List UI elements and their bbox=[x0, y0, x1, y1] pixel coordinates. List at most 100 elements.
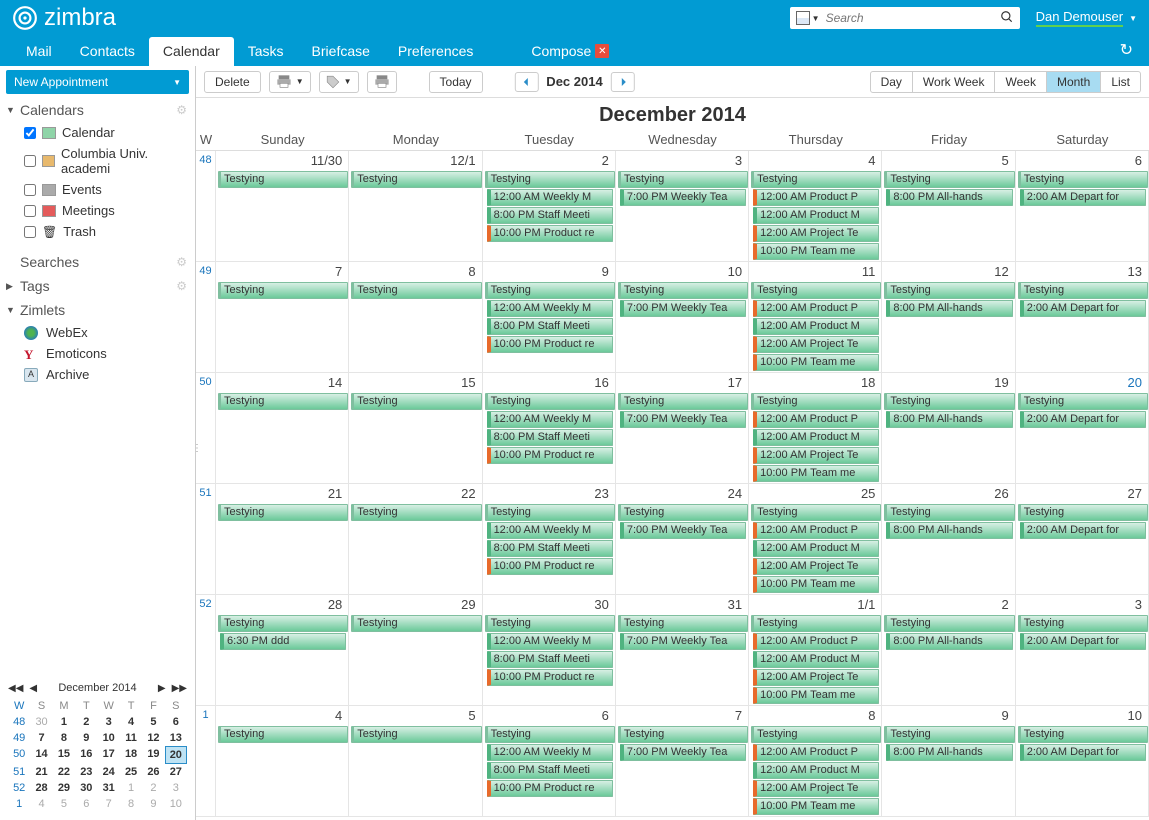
mini-next-year-icon[interactable]: ▶▶ bbox=[172, 683, 187, 694]
calendar-event[interactable]: Testying bbox=[485, 282, 615, 299]
day-cell[interactable]: 20Testying2:00 AM Depart for bbox=[1016, 373, 1149, 483]
new-appointment-button[interactable]: New Appointment ▼ bbox=[6, 70, 189, 94]
calendar-event[interactable]: 12:00 AM Product P bbox=[753, 189, 879, 206]
week-number[interactable]: 52 bbox=[196, 595, 216, 705]
zimlet-item[interactable]: YEmoticons bbox=[6, 343, 189, 364]
mini-day[interactable]: 10 bbox=[165, 796, 187, 812]
mini-day[interactable]: 3 bbox=[165, 780, 187, 796]
calendar-event[interactable]: Testying bbox=[751, 615, 881, 632]
day-cell[interactable]: 31Testying7:00 PM Weekly Tea bbox=[616, 595, 749, 705]
delete-button[interactable]: Delete bbox=[204, 71, 261, 93]
search-input[interactable] bbox=[826, 11, 1000, 25]
calendar-event[interactable]: Testying bbox=[618, 282, 748, 299]
day-cell[interactable]: 19Testying8:00 PM All-hands bbox=[882, 373, 1015, 483]
calendar-event[interactable]: Testying bbox=[351, 282, 481, 299]
calendar-event[interactable]: Testying bbox=[884, 615, 1014, 632]
day-cell[interactable]: 4Testying bbox=[216, 706, 349, 816]
mini-week-number[interactable]: 1 bbox=[8, 796, 30, 812]
day-cell[interactable]: 13Testying2:00 AM Depart for bbox=[1016, 262, 1149, 372]
calendar-checkbox[interactable] bbox=[24, 155, 36, 167]
day-cell[interactable]: 16Testying12:00 AM Weekly M8:00 PM Staff… bbox=[483, 373, 616, 483]
calendar-event[interactable]: 10:00 PM Team me bbox=[753, 687, 879, 704]
day-cell[interactable]: 17Testying7:00 PM Weekly Tea bbox=[616, 373, 749, 483]
calendar-event[interactable]: Testying bbox=[1018, 282, 1148, 299]
mini-day[interactable]: 22 bbox=[53, 764, 75, 780]
calendar-checkbox[interactable] bbox=[24, 184, 36, 196]
sidebar-resize-handle[interactable]: ⋮ bbox=[192, 443, 202, 454]
user-menu-caret[interactable]: ▼ bbox=[1129, 14, 1137, 23]
mini-week-number[interactable]: 52 bbox=[8, 780, 30, 796]
day-cell[interactable]: 22Testying bbox=[349, 484, 482, 594]
calendar-event[interactable]: 12:00 AM Weekly M bbox=[487, 633, 613, 650]
day-cell[interactable]: 4Testying12:00 AM Product P12:00 AM Prod… bbox=[749, 151, 882, 261]
mini-day[interactable]: 13 bbox=[165, 730, 187, 746]
calendar-event[interactable]: 2:00 AM Depart for bbox=[1020, 411, 1146, 428]
mini-prev-month-icon[interactable]: ◀ bbox=[29, 683, 37, 694]
calendar-event[interactable]: Testying bbox=[351, 726, 481, 743]
mini-day[interactable]: 8 bbox=[120, 796, 142, 812]
calendars-header[interactable]: ▼ Calendars ⚙ bbox=[6, 98, 189, 122]
tab-preferences[interactable]: Preferences bbox=[384, 37, 487, 66]
calendar-event[interactable]: Testying bbox=[351, 171, 481, 188]
calendar-item[interactable]: Meetings bbox=[6, 200, 189, 221]
calendar-event[interactable]: Testying bbox=[218, 726, 348, 743]
day-cell[interactable]: 8Testying12:00 AM Product P12:00 AM Prod… bbox=[749, 706, 882, 816]
user-menu[interactable]: Dan Demouser bbox=[1036, 9, 1123, 27]
day-cell[interactable]: 30Testying12:00 AM Weekly M8:00 PM Staff… bbox=[483, 595, 616, 705]
calendar-event[interactable]: Testying bbox=[218, 171, 348, 188]
calendar-event[interactable]: 10:00 PM Team me bbox=[753, 243, 879, 260]
day-cell[interactable]: 7Testying bbox=[216, 262, 349, 372]
mini-day[interactable]: 9 bbox=[75, 730, 97, 746]
calendar-event[interactable]: 7:00 PM Weekly Tea bbox=[620, 300, 746, 317]
week-number[interactable]: 49 bbox=[196, 262, 216, 372]
calendar-event[interactable]: 2:00 AM Depart for bbox=[1020, 633, 1146, 650]
mini-week-number[interactable]: 50 bbox=[8, 746, 30, 764]
calendar-event[interactable]: 12:00 AM Product P bbox=[753, 522, 879, 539]
day-cell[interactable]: 5Testying bbox=[349, 706, 482, 816]
calendar-event[interactable]: 12:00 AM Weekly M bbox=[487, 189, 613, 206]
tags-header[interactable]: ▶ Tags ⚙ bbox=[6, 274, 189, 298]
calendar-event[interactable]: 10:00 PM Product re bbox=[487, 780, 613, 797]
mini-day[interactable]: 2 bbox=[75, 714, 97, 730]
calendar-event[interactable]: 10:00 PM Product re bbox=[487, 225, 613, 242]
mini-day[interactable]: 9 bbox=[142, 796, 164, 812]
day-cell[interactable]: 21Testying bbox=[216, 484, 349, 594]
calendar-event[interactable]: 2:00 AM Depart for bbox=[1020, 522, 1146, 539]
calendar-event[interactable]: Testying bbox=[1018, 726, 1148, 743]
mini-day[interactable]: 24 bbox=[98, 764, 120, 780]
mini-day[interactable]: 11 bbox=[120, 730, 142, 746]
calendar-event[interactable]: 8:00 PM All-hands bbox=[886, 300, 1012, 317]
calendar-event[interactable]: 12:00 AM Project Te bbox=[753, 225, 879, 242]
mini-day[interactable]: 16 bbox=[75, 746, 97, 764]
day-cell[interactable]: 3Testying2:00 AM Depart for bbox=[1016, 595, 1149, 705]
print-button[interactable] bbox=[367, 71, 397, 93]
print-dropdown-button[interactable]: ▼ bbox=[269, 71, 311, 93]
calendar-event[interactable]: 10:00 PM Team me bbox=[753, 465, 879, 482]
zimlet-item[interactable]: WebEx bbox=[6, 322, 189, 343]
next-month-button[interactable] bbox=[611, 72, 635, 92]
mini-day[interactable]: 6 bbox=[165, 714, 187, 730]
prev-month-button[interactable] bbox=[514, 72, 538, 92]
calendar-event[interactable]: 8:00 PM Staff Meeti bbox=[487, 429, 613, 446]
calendar-event[interactable]: 7:00 PM Weekly Tea bbox=[620, 522, 746, 539]
day-cell[interactable]: 23Testying12:00 AM Weekly M8:00 PM Staff… bbox=[483, 484, 616, 594]
mini-day[interactable]: 29 bbox=[53, 780, 75, 796]
calendar-event[interactable]: 8:00 PM Staff Meeti bbox=[487, 207, 613, 224]
mini-day[interactable]: 10 bbox=[98, 730, 120, 746]
view-month-button[interactable]: Month bbox=[1046, 71, 1101, 93]
day-cell[interactable]: 10Testying2:00 AM Depart for bbox=[1016, 706, 1149, 816]
calendar-event[interactable]: 12:00 AM Product P bbox=[753, 300, 879, 317]
view-list-button[interactable]: List bbox=[1100, 71, 1141, 93]
tab-compose[interactable]: Compose ✕ bbox=[517, 37, 623, 66]
calendar-event[interactable]: 12:00 AM Product P bbox=[753, 411, 879, 428]
calendar-event[interactable]: 12:00 AM Weekly M bbox=[487, 300, 613, 317]
calendar-event[interactable]: 8:00 PM All-hands bbox=[886, 633, 1012, 650]
calendar-event[interactable]: 8:00 PM All-hands bbox=[886, 522, 1012, 539]
calendar-event[interactable]: 10:00 PM Team me bbox=[753, 354, 879, 371]
calendar-event[interactable]: 12:00 AM Product M bbox=[753, 429, 879, 446]
calendar-event[interactable]: 12:00 AM Weekly M bbox=[487, 522, 613, 539]
calendar-event[interactable]: Testying bbox=[751, 726, 881, 743]
zimlets-header[interactable]: ▼ Zimlets bbox=[6, 298, 189, 322]
gear-icon[interactable]: ⚙ bbox=[176, 255, 187, 269]
calendar-event[interactable]: Testying bbox=[485, 171, 615, 188]
